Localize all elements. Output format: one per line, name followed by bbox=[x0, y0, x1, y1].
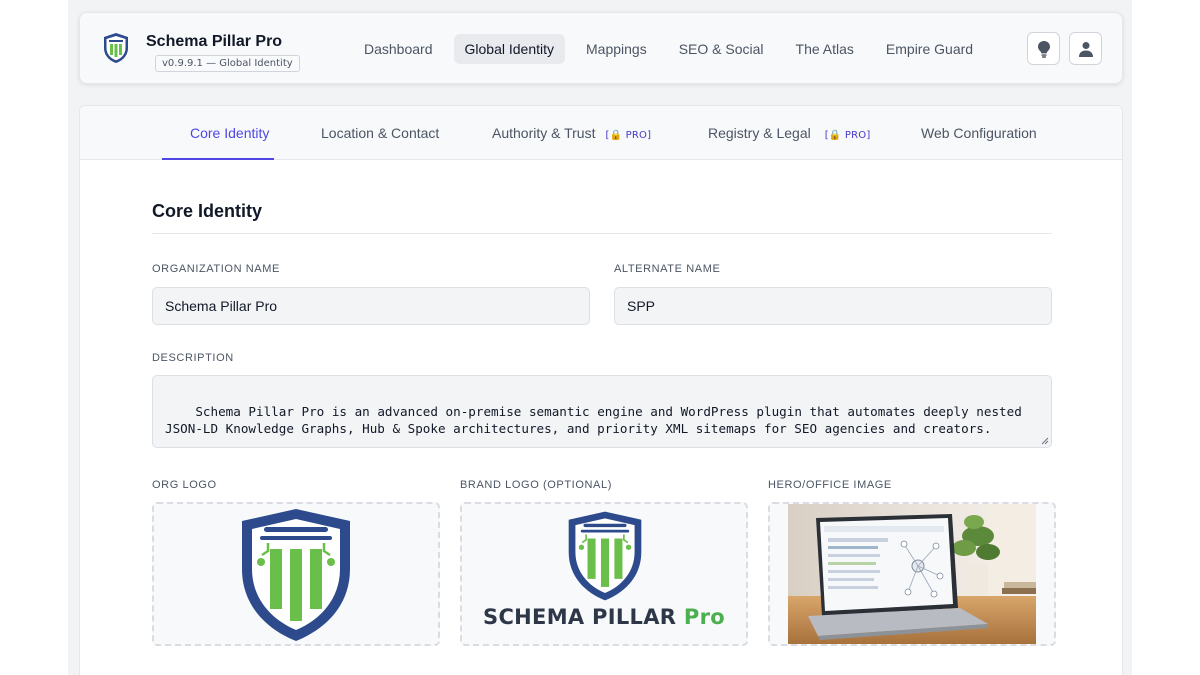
wordmark-pro: Pro bbox=[683, 605, 725, 629]
lock-icon: 🔒 bbox=[609, 130, 623, 141]
brand-wordmark: SCHEMA PILLAR Pro bbox=[462, 605, 746, 629]
pro-badge: [🔒 PRO] bbox=[605, 130, 652, 141]
description-textarea[interactable]: Schema Pillar Pro is an advanced on-prem… bbox=[152, 375, 1052, 448]
section-divider bbox=[152, 233, 1052, 234]
main-card: Core Identity Location & Contact Authori… bbox=[79, 105, 1123, 675]
lightbulb-icon bbox=[1037, 40, 1050, 58]
tab-core-identity[interactable]: Core Identity bbox=[190, 106, 269, 160]
organization-name-input[interactable]: Schema Pillar Pro bbox=[152, 287, 590, 325]
top-header: Schema Pillar Pro v0.9.9.1 — Global Iden… bbox=[79, 12, 1123, 84]
lock-icon: 🔒 bbox=[828, 130, 842, 141]
tab-location-contact[interactable]: Location & Contact bbox=[321, 106, 439, 160]
wordmark-main: SCHEMA PILLAR bbox=[483, 605, 677, 629]
hero-laptop-photo bbox=[788, 504, 1036, 644]
version-badge: v0.9.9.1 — Global Identity bbox=[155, 55, 300, 72]
nav-item-mappings[interactable]: Mappings bbox=[575, 34, 658, 64]
section-title: Core Identity bbox=[152, 201, 263, 221]
main-nav: Dashboard Global Identity Mappings SEO &… bbox=[353, 34, 994, 64]
nav-item-seo-social[interactable]: SEO & Social bbox=[668, 34, 775, 64]
brand-logo-upload[interactable]: SCHEMA PILLAR Pro bbox=[460, 502, 748, 646]
pro-badge-label: PRO bbox=[625, 130, 648, 141]
tab-label: Registry & Legal bbox=[708, 125, 811, 141]
user-account-button[interactable] bbox=[1069, 32, 1102, 65]
alternate-name-input[interactable]: SPP bbox=[614, 287, 1052, 325]
tab-authority-trust[interactable]: Authority & Trust [🔒 PRO] bbox=[492, 106, 651, 160]
tips-button[interactable] bbox=[1027, 32, 1060, 65]
hero-image-label: HERO/OFFICE IMAGE bbox=[768, 479, 892, 491]
nav-item-dashboard[interactable]: Dashboard bbox=[353, 34, 444, 64]
org-logo-label: ORG LOGO bbox=[152, 479, 217, 491]
tab-web-configuration[interactable]: Web Configuration bbox=[921, 106, 1037, 160]
app-title: Schema Pillar Pro bbox=[146, 33, 283, 50]
hero-image-upload[interactable] bbox=[768, 502, 1056, 646]
description-text: Schema Pillar Pro is an advanced on-prem… bbox=[165, 404, 1022, 436]
shield-logo-icon bbox=[568, 511, 642, 601]
shield-logo-icon bbox=[242, 509, 350, 641]
shield-logo-icon bbox=[104, 33, 128, 63]
pro-badge-label: PRO bbox=[844, 130, 867, 141]
tab-label: Authority & Trust bbox=[492, 125, 596, 141]
description-label: DESCRIPTION bbox=[152, 352, 234, 364]
nav-item-the-atlas[interactable]: The Atlas bbox=[785, 34, 865, 64]
resize-handle-icon[interactable] bbox=[1041, 437, 1049, 445]
active-tab-indicator bbox=[162, 158, 274, 160]
alternate-name-label: ALTERNATE NAME bbox=[614, 263, 721, 275]
organization-name-label: ORGANIZATION NAME bbox=[152, 263, 280, 275]
brand-logo-label: BRAND LOGO (OPTIONAL) bbox=[460, 479, 612, 491]
nav-item-global-identity[interactable]: Global Identity bbox=[453, 34, 565, 64]
tab-bar: Core Identity Location & Contact Authori… bbox=[80, 106, 1122, 160]
user-icon bbox=[1078, 41, 1093, 57]
nav-item-empire-guard[interactable]: Empire Guard bbox=[875, 34, 984, 64]
tab-registry-legal[interactable]: Registry & Legal [🔒 PRO] bbox=[708, 106, 870, 160]
org-logo-upload[interactable] bbox=[152, 502, 440, 646]
pro-badge: [🔒 PRO] bbox=[824, 130, 871, 141]
